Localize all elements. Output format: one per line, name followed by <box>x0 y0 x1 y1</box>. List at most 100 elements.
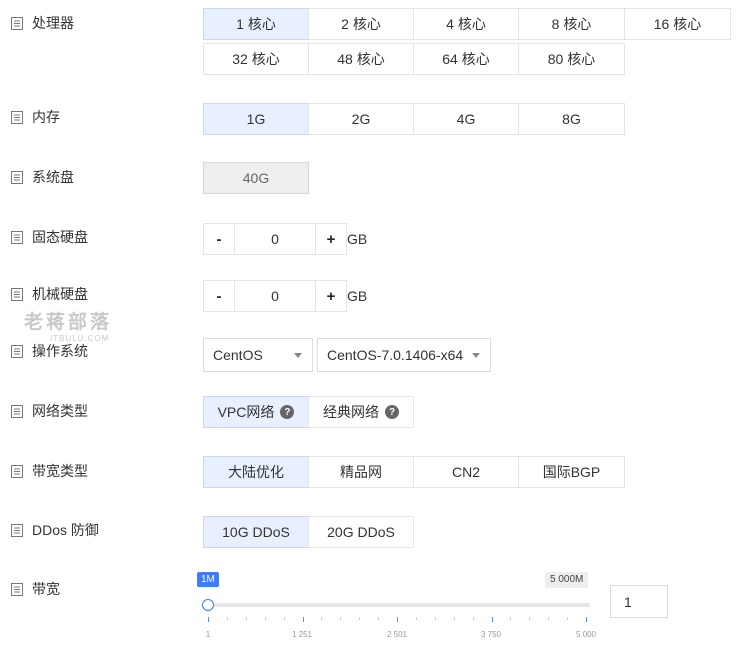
cpu-option-2[interactable]: 2 核心 <box>308 8 414 40</box>
memory-label: 内存 <box>11 108 60 126</box>
cpu-option-64[interactable]: 64 核心 <box>413 43 519 75</box>
list-icon <box>11 287 23 301</box>
bandwidth-tick-mark <box>340 617 341 620</box>
bandwidth-slider-handle[interactable] <box>202 599 214 611</box>
cpu-option-1[interactable]: 1 核心 <box>203 8 309 40</box>
memory-option-2g[interactable]: 2G <box>308 103 414 135</box>
bandwidth-tick-mark <box>208 617 209 622</box>
bandwidth-tick-mark <box>397 617 398 622</box>
list-icon <box>11 344 23 358</box>
help-icon[interactable]: ? <box>385 405 399 419</box>
cpu-option-48[interactable]: 48 核心 <box>308 43 414 75</box>
hdd-unit: GB <box>347 288 368 304</box>
bandwidth-type-option-mainland[interactable]: 大陆优化 <box>203 456 309 488</box>
os-version-value: CentOS-7.0.1406-x64 <box>327 347 464 363</box>
bandwidth-tick-mark <box>492 617 493 622</box>
bandwidth-label: 带宽 <box>11 580 60 598</box>
memory-option-1g[interactable]: 1G <box>203 103 309 135</box>
watermark-main: 老蒋部落 <box>23 312 112 333</box>
memory-option-8g[interactable]: 8G <box>518 103 625 135</box>
cpu-label-text: 处理器 <box>32 15 74 31</box>
bandwidth-type-option-bgp[interactable]: 国际BGP <box>518 456 625 488</box>
ddos-label: DDos 防御 <box>11 521 99 539</box>
cpu-option-4[interactable]: 4 核心 <box>413 8 519 40</box>
ssd-label: 固态硬盘 <box>11 228 88 246</box>
ssd-increment-button[interactable]: + <box>315 223 347 255</box>
network-option-classic-text: 经典网络 <box>323 404 379 420</box>
os-version-select[interactable]: CentOS-7.0.1406-x64 <box>317 338 491 372</box>
bandwidth-tick-mark <box>510 617 511 620</box>
network-option-vpc[interactable]: VPC网络 ? <box>203 396 309 428</box>
bandwidth-tick-mark <box>284 617 285 620</box>
hdd-value-input[interactable]: 0 <box>235 280 315 312</box>
ssd-unit: GB <box>347 231 368 247</box>
cpu-option-8[interactable]: 8 核心 <box>518 8 625 40</box>
bandwidth-tick-mark <box>265 617 266 620</box>
bandwidth-type-option-cn2[interactable]: CN2 <box>413 456 519 488</box>
hdd-increment-button[interactable]: + <box>315 280 347 312</box>
cpu-option-16[interactable]: 16 核心 <box>624 8 731 40</box>
network-option-classic[interactable]: 经典网络 ? <box>308 396 414 428</box>
bandwidth-tick-mark <box>246 617 247 620</box>
ddos-option-20g[interactable]: 20G DDoS <box>308 516 414 548</box>
memory-label-text: 内存 <box>32 109 60 125</box>
hdd-decrement-button[interactable]: - <box>203 280 235 312</box>
caret-down-icon <box>294 353 302 358</box>
bandwidth-tick-mark <box>378 617 379 620</box>
os-distro-select[interactable]: CentOS <box>203 338 313 372</box>
bandwidth-max-tag: 5 000M <box>545 572 589 588</box>
list-icon <box>11 523 23 537</box>
ssd-decrement-button[interactable]: - <box>203 223 235 255</box>
network-label: 网络类型 <box>11 402 88 420</box>
bandwidth-tick-mark <box>454 617 455 620</box>
bandwidth-tick-mark <box>227 617 228 620</box>
os-distro-value: CentOS <box>213 347 263 363</box>
list-icon <box>11 230 23 244</box>
bandwidth-tick-label: 1 <box>205 630 211 639</box>
bandwidth-min-tag: 1M <box>197 572 219 587</box>
bandwidth-tick-mark <box>548 617 549 620</box>
bandwidth-tick-mark <box>529 617 530 620</box>
bandwidth-type-label-text: 带宽类型 <box>32 463 88 479</box>
bandwidth-slider-track[interactable] <box>208 603 590 607</box>
system-disk-label: 系统盘 <box>11 168 74 186</box>
system-disk-label-text: 系统盘 <box>32 169 74 185</box>
help-icon[interactable]: ? <box>280 405 295 419</box>
bandwidth-input[interactable]: 1 <box>610 585 668 618</box>
cpu-label: 处理器 <box>11 14 74 32</box>
ssd-value-input[interactable]: 0 <box>235 223 315 255</box>
ssd-stepper: - 0 + <box>203 223 347 255</box>
os-label-text: 操作系统 <box>32 343 88 359</box>
list-icon <box>11 582 23 596</box>
list-icon <box>11 464 23 478</box>
network-option-vpc-text: VPC网络 <box>217 404 275 420</box>
bandwidth-tick-label: 3 750 <box>480 630 502 639</box>
bandwidth-tick-mark <box>567 617 568 620</box>
bandwidth-type-label: 带宽类型 <box>11 462 88 480</box>
cpu-option-32[interactable]: 32 核心 <box>203 43 309 75</box>
list-icon <box>11 404 23 418</box>
bandwidth-tick-mark <box>303 617 304 622</box>
ssd-label-text: 固态硬盘 <box>32 229 88 245</box>
bandwidth-tick-mark <box>416 617 417 620</box>
network-label-text: 网络类型 <box>32 403 88 419</box>
bandwidth-tick-label: 1 251 <box>291 630 313 639</box>
os-label: 操作系统 <box>11 342 88 360</box>
bandwidth-tick-mark <box>473 617 474 620</box>
bandwidth-label-text: 带宽 <box>32 581 60 597</box>
bandwidth-tick-mark <box>359 617 360 620</box>
ddos-option-10g[interactable]: 10G DDoS <box>203 516 309 548</box>
memory-option-4g[interactable]: 4G <box>413 103 519 135</box>
cpu-option-80[interactable]: 80 核心 <box>518 43 625 75</box>
bandwidth-tick-label: 2 501 <box>386 630 408 639</box>
watermark: 老蒋部落 ITBULU.COM <box>20 312 116 344</box>
ddos-label-text: DDos 防御 <box>32 522 99 538</box>
list-icon <box>11 110 23 124</box>
hdd-label: 机械硬盘 <box>11 285 88 303</box>
list-icon <box>11 170 23 184</box>
bandwidth-tick-mark <box>586 617 587 622</box>
bandwidth-type-option-premium[interactable]: 精品网 <box>308 456 414 488</box>
list-icon <box>11 16 23 30</box>
bandwidth-tick-label: 5 000 <box>575 630 597 639</box>
caret-down-icon <box>472 353 480 358</box>
